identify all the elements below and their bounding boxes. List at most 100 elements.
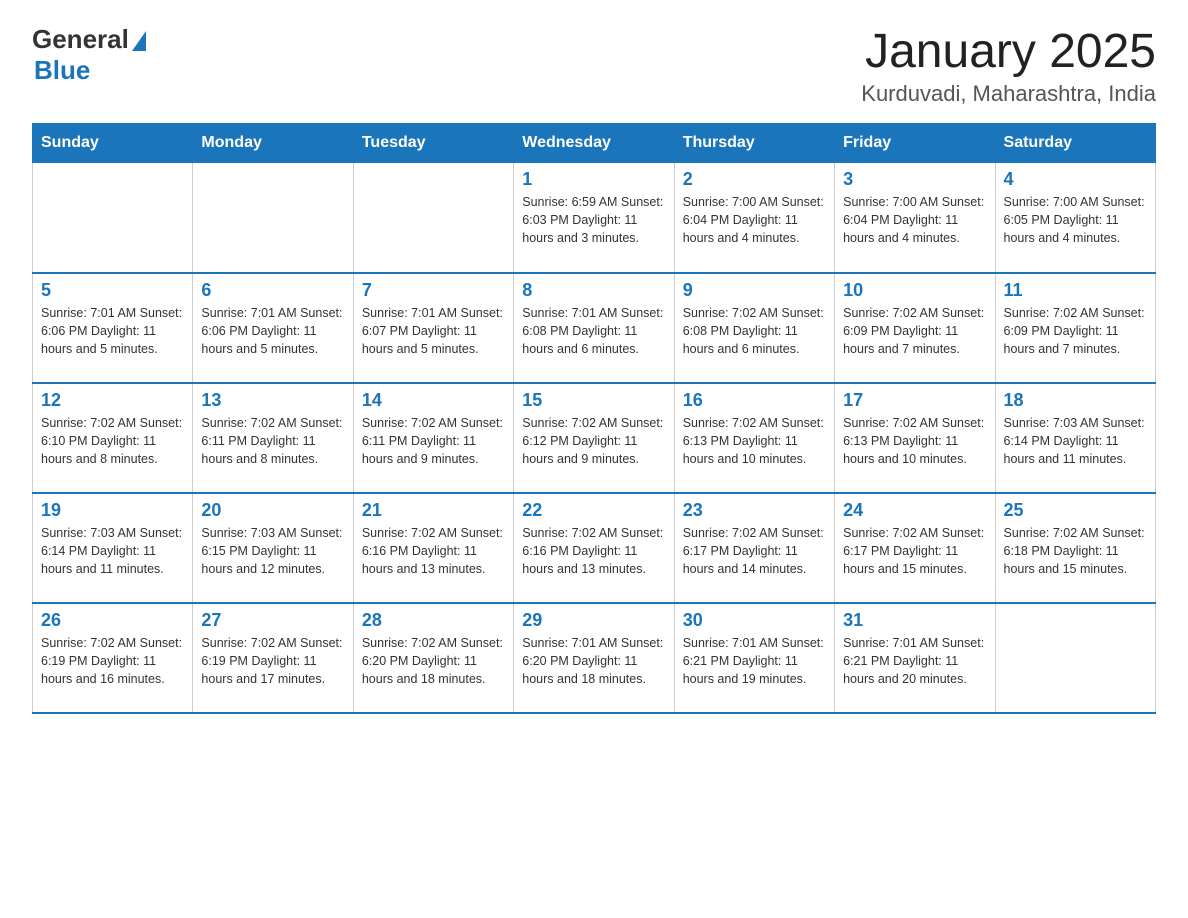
day-info: Sunrise: 7:02 AM Sunset: 6:11 PM Dayligh… [362,414,505,468]
calendar-cell: 27 Sunrise: 7:02 AM Sunset: 6:19 PM Dayli… [193,603,353,713]
day-number: 7 [362,280,505,301]
day-info: Sunrise: 7:02 AM Sunset: 6:17 PM Dayligh… [843,524,986,578]
day-info: Sunrise: 7:02 AM Sunset: 6:09 PM Dayligh… [1004,304,1147,358]
day-info: Sunrise: 7:02 AM Sunset: 6:19 PM Dayligh… [201,634,344,688]
day-of-week-monday: Monday [193,124,353,163]
day-of-week-tuesday: Tuesday [353,124,513,163]
day-number: 21 [362,500,505,521]
day-info: Sunrise: 7:02 AM Sunset: 6:16 PM Dayligh… [362,524,505,578]
day-number: 27 [201,610,344,631]
day-number: 22 [522,500,665,521]
calendar-cell: 15 Sunrise: 7:02 AM Sunset: 6:12 PM Dayli… [514,383,674,493]
day-info: Sunrise: 7:02 AM Sunset: 6:13 PM Dayligh… [683,414,826,468]
calendar-cell: 5 Sunrise: 7:01 AM Sunset: 6:06 PM Daylig… [33,273,193,383]
calendar-cell: 16 Sunrise: 7:02 AM Sunset: 6:13 PM Dayli… [674,383,834,493]
day-info: Sunrise: 7:01 AM Sunset: 6:21 PM Dayligh… [843,634,986,688]
day-number: 11 [1004,280,1147,301]
calendar-cell: 12Sunrise: 7:02 AM Sunset: 6:10 PM Dayli… [33,383,193,493]
week-row-2: 5 Sunrise: 7:01 AM Sunset: 6:06 PM Daylig… [33,273,1156,383]
day-number: 20 [201,500,344,521]
day-number: 4 [1004,169,1147,190]
calendar-cell: 11 Sunrise: 7:02 AM Sunset: 6:09 PM Dayli… [995,273,1155,383]
logo-general-text: General [32,24,129,55]
calendar-cell: 21 Sunrise: 7:02 AM Sunset: 6:16 PM Dayli… [353,493,513,603]
calendar-body: 1Sunrise: 6:59 AM Sunset: 6:03 PM Daylig… [33,163,1156,713]
day-info: Sunrise: 7:02 AM Sunset: 6:10 PM Dayligh… [41,414,184,468]
day-number: 28 [362,610,505,631]
day-info: Sunrise: 7:01 AM Sunset: 6:07 PM Dayligh… [362,304,505,358]
day-info: Sunrise: 7:02 AM Sunset: 6:12 PM Dayligh… [522,414,665,468]
calendar-cell: 8Sunrise: 7:01 AM Sunset: 6:08 PM Daylig… [514,273,674,383]
calendar-cell: 2Sunrise: 7:00 AM Sunset: 6:04 PM Daylig… [674,163,834,273]
day-number: 30 [683,610,826,631]
calendar-cell: 24 Sunrise: 7:02 AM Sunset: 6:17 PM Dayli… [835,493,995,603]
day-number: 26 [41,610,184,631]
calendar-cell: 25Sunrise: 7:02 AM Sunset: 6:18 PM Dayli… [995,493,1155,603]
calendar-cell [193,163,353,273]
day-info: Sunrise: 7:02 AM Sunset: 6:17 PM Dayligh… [683,524,826,578]
day-number: 3 [843,169,986,190]
month-title: January 2025 [861,24,1156,79]
day-number: 24 [843,500,986,521]
calendar-cell: 31Sunrise: 7:01 AM Sunset: 6:21 PM Dayli… [835,603,995,713]
day-number: 15 [522,390,665,411]
calendar-table: SundayMondayTuesdayWednesdayThursdayFrid… [32,123,1156,714]
calendar-cell: 17Sunrise: 7:02 AM Sunset: 6:13 PM Dayli… [835,383,995,493]
calendar-cell: 3 Sunrise: 7:00 AM Sunset: 6:04 PM Daylig… [835,163,995,273]
week-row-5: 26 Sunrise: 7:02 AM Sunset: 6:19 PM Dayli… [33,603,1156,713]
calendar-header: SundayMondayTuesdayWednesdayThursdayFrid… [33,124,1156,163]
day-info: Sunrise: 7:00 AM Sunset: 6:04 PM Dayligh… [843,193,986,247]
calendar-cell: 26 Sunrise: 7:02 AM Sunset: 6:19 PM Dayli… [33,603,193,713]
day-number: 14 [362,390,505,411]
day-info: Sunrise: 7:01 AM Sunset: 6:06 PM Dayligh… [41,304,184,358]
day-info: Sunrise: 7:02 AM Sunset: 6:19 PM Dayligh… [41,634,184,688]
day-info: Sunrise: 7:02 AM Sunset: 6:13 PM Dayligh… [843,414,986,468]
calendar-cell: 4 Sunrise: 7:00 AM Sunset: 6:05 PM Daylig… [995,163,1155,273]
day-info: Sunrise: 7:02 AM Sunset: 6:11 PM Dayligh… [201,414,344,468]
day-number: 9 [683,280,826,301]
day-of-week-thursday: Thursday [674,124,834,163]
day-info: Sunrise: 7:01 AM Sunset: 6:08 PM Dayligh… [522,304,665,358]
day-number: 19 [41,500,184,521]
calendar-cell: 23Sunrise: 7:02 AM Sunset: 6:17 PM Dayli… [674,493,834,603]
day-info: Sunrise: 7:02 AM Sunset: 6:08 PM Dayligh… [683,304,826,358]
day-info: Sunrise: 7:02 AM Sunset: 6:16 PM Dayligh… [522,524,665,578]
day-number: 6 [201,280,344,301]
day-number: 16 [683,390,826,411]
day-info: Sunrise: 7:03 AM Sunset: 6:14 PM Dayligh… [41,524,184,578]
calendar-cell: 30Sunrise: 7:01 AM Sunset: 6:21 PM Dayli… [674,603,834,713]
calendar-cell: 20Sunrise: 7:03 AM Sunset: 6:15 PM Dayli… [193,493,353,603]
title-block: January 2025 Kurduvadi, Maharashtra, Ind… [861,24,1156,107]
day-of-week-saturday: Saturday [995,124,1155,163]
day-info: Sunrise: 7:03 AM Sunset: 6:14 PM Dayligh… [1004,414,1147,468]
logo: General Blue [32,24,146,86]
logo-line1: General [32,24,146,55]
calendar-cell: 13 Sunrise: 7:02 AM Sunset: 6:11 PM Dayli… [193,383,353,493]
days-of-week-row: SundayMondayTuesdayWednesdayThursdayFrid… [33,124,1156,163]
location-title: Kurduvadi, Maharashtra, India [861,81,1156,107]
day-info: Sunrise: 7:02 AM Sunset: 6:18 PM Dayligh… [1004,524,1147,578]
day-of-week-wednesday: Wednesday [514,124,674,163]
calendar-cell: 18Sunrise: 7:03 AM Sunset: 6:14 PM Dayli… [995,383,1155,493]
week-row-3: 12Sunrise: 7:02 AM Sunset: 6:10 PM Dayli… [33,383,1156,493]
calendar-cell: 22 Sunrise: 7:02 AM Sunset: 6:16 PM Dayli… [514,493,674,603]
calendar-cell: 14 Sunrise: 7:02 AM Sunset: 6:11 PM Dayli… [353,383,513,493]
page-header: General Blue January 2025 Kurduvadi, Mah… [32,24,1156,107]
calendar-cell: 7 Sunrise: 7:01 AM Sunset: 6:07 PM Daylig… [353,273,513,383]
logo-triangle-icon [132,31,146,51]
day-number: 10 [843,280,986,301]
day-number: 5 [41,280,184,301]
calendar-cell: 28 Sunrise: 7:02 AM Sunset: 6:20 PM Dayli… [353,603,513,713]
day-info: Sunrise: 7:00 AM Sunset: 6:04 PM Dayligh… [683,193,826,247]
day-info: Sunrise: 6:59 AM Sunset: 6:03 PM Dayligh… [522,193,665,247]
calendar-cell: 10Sunrise: 7:02 AM Sunset: 6:09 PM Dayli… [835,273,995,383]
day-info: Sunrise: 7:02 AM Sunset: 6:20 PM Dayligh… [362,634,505,688]
calendar-cell: 9 Sunrise: 7:02 AM Sunset: 6:08 PM Daylig… [674,273,834,383]
calendar-cell [353,163,513,273]
day-number: 13 [201,390,344,411]
week-row-4: 19 Sunrise: 7:03 AM Sunset: 6:14 PM Dayli… [33,493,1156,603]
calendar-cell: 1Sunrise: 6:59 AM Sunset: 6:03 PM Daylig… [514,163,674,273]
day-info: Sunrise: 7:00 AM Sunset: 6:05 PM Dayligh… [1004,193,1147,247]
calendar-cell: 19 Sunrise: 7:03 AM Sunset: 6:14 PM Dayli… [33,493,193,603]
week-row-1: 1Sunrise: 6:59 AM Sunset: 6:03 PM Daylig… [33,163,1156,273]
